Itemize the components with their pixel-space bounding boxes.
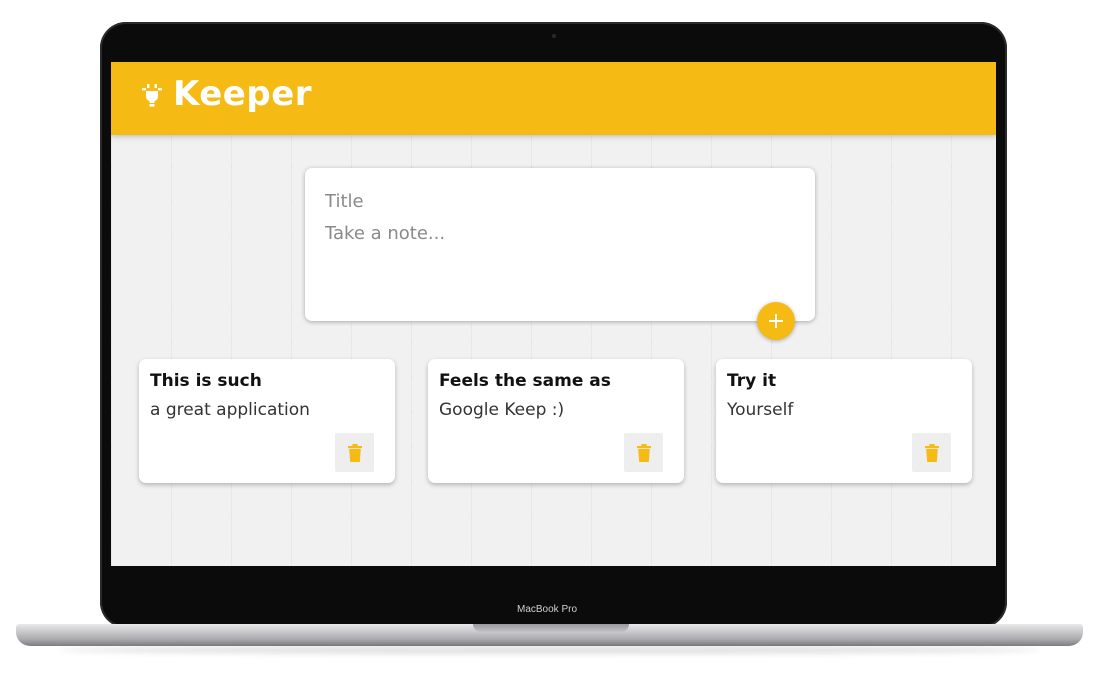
- trash-icon: [347, 443, 362, 462]
- note-title-input[interactable]: [325, 188, 785, 214]
- note-title: This is such: [150, 371, 262, 391]
- delete-note-button[interactable]: [912, 433, 951, 472]
- laptop-shadow: [60, 646, 1040, 654]
- trash-icon: [636, 443, 651, 462]
- app-screen: Keeper This is such a great application …: [111, 62, 996, 566]
- note-card: Try it Yourself: [716, 359, 972, 483]
- note-content-input[interactable]: [325, 223, 785, 303]
- note-title: Try it: [727, 371, 777, 391]
- note-card: Feels the same as Google Keep :): [428, 359, 684, 483]
- note-title: Feels the same as: [439, 371, 611, 391]
- note-content: Yourself: [727, 400, 794, 420]
- camera-dot: [552, 34, 556, 38]
- note-content: Google Keep :): [439, 400, 565, 420]
- note-card: This is such a great application: [139, 359, 395, 483]
- app-header: Keeper: [111, 62, 996, 135]
- plus-icon: [769, 314, 783, 328]
- note-content: a great application: [150, 400, 310, 420]
- add-note-button[interactable]: [757, 302, 795, 340]
- delete-note-button[interactable]: [624, 433, 663, 472]
- delete-note-button[interactable]: [335, 433, 374, 472]
- device-model-label: MacBook Pro: [516, 604, 578, 615]
- create-note-form: [305, 168, 815, 321]
- laptop-base-notch: [473, 624, 629, 632]
- trash-icon: [924, 443, 939, 462]
- app-title: Keeper: [173, 74, 313, 114]
- lightbulb-icon: [142, 84, 162, 107]
